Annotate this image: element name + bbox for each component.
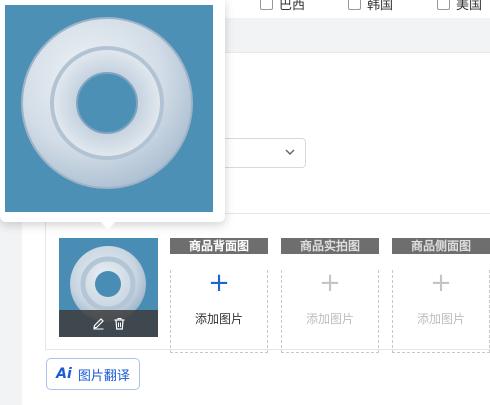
slot-side-image: 商品侧面图 + 添加图片 <box>392 238 490 353</box>
slot-label: 商品背面图 <box>170 238 268 254</box>
country-checkbox-usa[interactable]: 美国 <box>437 0 482 13</box>
add-image-button: + 添加图片 <box>392 270 490 353</box>
slot-real-photo: 商品实拍图 + 添加图片 <box>281 238 379 353</box>
add-image-label: 添加图片 <box>416 312 465 326</box>
checkbox-box[interactable] <box>348 0 361 10</box>
preview-image <box>5 5 213 212</box>
delete-icon[interactable] <box>113 317 126 330</box>
slot-back-image[interactable]: 商品背面图 + 添加图片 <box>170 238 268 353</box>
washer-preview <box>21 17 193 189</box>
edit-icon[interactable] <box>92 317 105 330</box>
popover-arrow <box>100 221 116 230</box>
dropdown-select[interactable] <box>215 138 306 168</box>
checkbox-box[interactable] <box>437 0 450 10</box>
checkbox-label: 美国 <box>456 0 483 13</box>
plus-icon: + <box>319 268 341 298</box>
add-image-button: + 添加图片 <box>281 270 379 353</box>
add-image-label: 添加图片 <box>194 312 243 326</box>
checkbox-label: 韩国 <box>367 0 394 13</box>
truncated-help-text <box>46 399 426 405</box>
ai-icon: Ai <box>56 366 72 382</box>
chevron-down-icon <box>285 149 295 155</box>
add-image-label: 添加图片 <box>305 312 354 326</box>
thumbnail-action-bar <box>59 310 158 337</box>
checkbox-box[interactable] <box>260 0 273 10</box>
main-image-thumbnail[interactable] <box>59 238 158 337</box>
country-checkbox-korea[interactable]: 韩国 <box>348 0 393 13</box>
plus-icon: + <box>430 268 452 298</box>
image-translate-button[interactable]: Ai 图片翻译 <box>46 358 140 390</box>
slot-label: 商品实拍图 <box>281 238 379 254</box>
country-checkbox-brazil[interactable]: 巴西 <box>260 0 305 13</box>
add-image-button[interactable]: + 添加图片 <box>170 270 268 353</box>
slot-label: 商品侧面图 <box>392 238 490 254</box>
image-preview-popover <box>0 0 225 230</box>
image-translate-label: 图片翻译 <box>77 368 130 384</box>
plus-icon: + <box>208 268 230 298</box>
checkbox-label: 巴西 <box>279 0 306 13</box>
